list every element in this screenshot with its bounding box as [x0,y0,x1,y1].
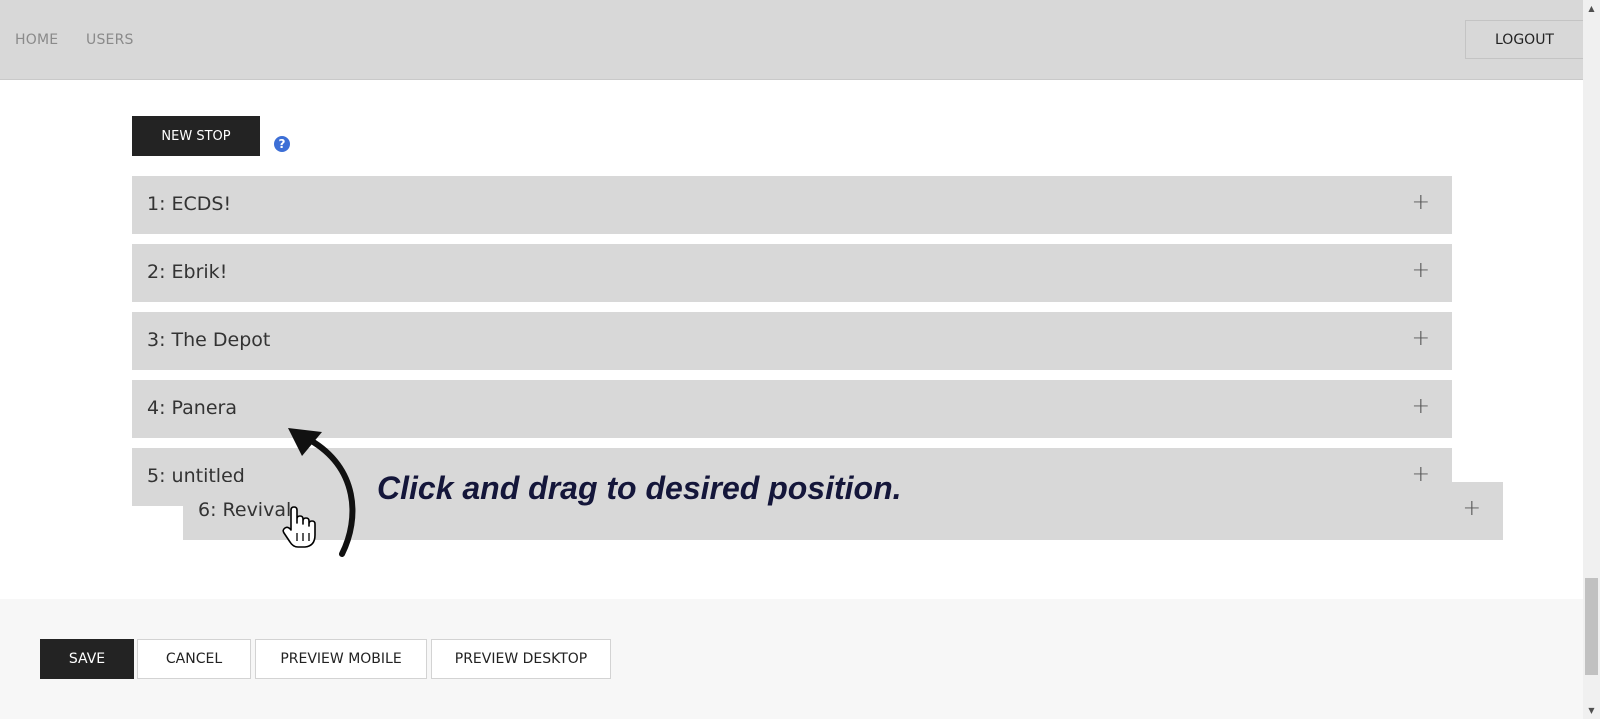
save-button[interactable]: SAVE [40,639,134,679]
footer-action-bar: SAVE CANCEL PREVIEW MOBILE PREVIEW DESKT… [0,599,1583,719]
preview-mobile-button[interactable]: PREVIEW MOBILE [255,639,427,679]
stop-label: 4: Panera [147,397,237,419]
stop-row-1[interactable]: 1: ECDS! + [132,176,1452,234]
scroll-down-arrow-icon[interactable]: ▼ [1583,702,1600,719]
preview-desktop-button[interactable]: PREVIEW DESKTOP [431,639,611,679]
stop-row-3[interactable]: 3: The Depot + [132,312,1452,370]
nav-home-link[interactable]: HOME [15,32,58,48]
hand-cursor-icon [282,506,316,548]
new-stop-button[interactable]: NEW STOP [132,116,260,156]
top-navbar: HOME USERS LOGOUT [0,0,1583,80]
stop-label: 2: Ebrik! [147,261,228,283]
drag-instruction-text: Click and drag to desired position. [377,470,902,506]
expand-plus-icon[interactable]: + [1463,498,1481,520]
stop-label: 3: The Depot [147,329,271,351]
scroll-up-arrow-icon[interactable]: ▲ [1583,0,1600,17]
expand-plus-icon[interactable]: + [1412,260,1430,282]
expand-plus-icon[interactable]: + [1412,396,1430,418]
vertical-scrollbar[interactable]: ▲ ▼ [1583,0,1600,719]
nav-users-link[interactable]: USERS [86,32,134,48]
scrollbar-thumb[interactable] [1585,578,1598,675]
help-icon[interactable]: ? [274,136,290,152]
logout-button[interactable]: LOGOUT [1465,20,1583,59]
stop-row-2[interactable]: 2: Ebrik! + [132,244,1452,302]
cancel-button[interactable]: CANCEL [137,639,251,679]
expand-plus-icon[interactable]: + [1412,192,1430,214]
stop-label: 6: Revival [198,499,292,521]
expand-plus-icon[interactable]: + [1412,328,1430,350]
stop-label: 1: ECDS! [147,193,232,215]
